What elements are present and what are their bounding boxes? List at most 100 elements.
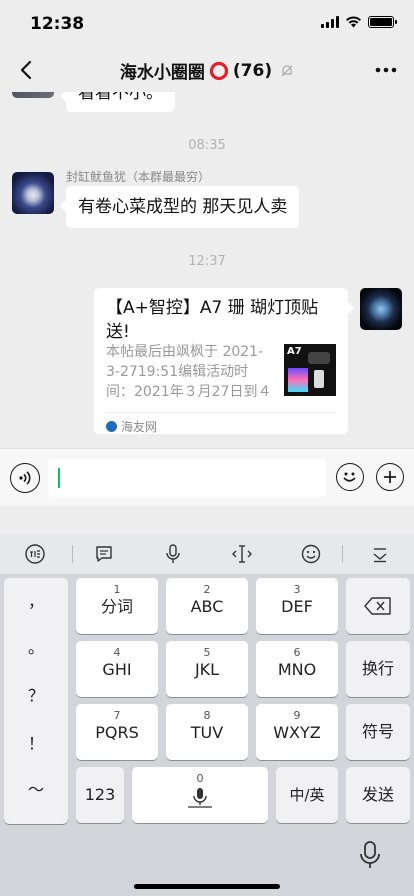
battery-icon [368,16,397,28]
chat-bubble-icon [95,546,112,562]
more-button[interactable] [372,58,400,82]
microphone-icon [165,544,180,563]
message-bubble[interactable]: 看看不小。 [60,92,175,112]
toolbar-voice-button[interactable] [153,538,193,570]
input-bar [0,448,414,506]
toolbar-emoticon-button[interactable] [84,538,124,570]
nav-bar: 海水小圈圈 (76) [0,48,414,92]
key-number: 9 [293,709,301,722]
card-source: 海友网 [106,418,157,435]
message-text: 看看不小。 [78,92,163,103]
microphone-icon [188,788,212,808]
group-name: 海水小圈圈 [119,63,205,83]
message-bubble[interactable]: 有卷心菜成型的 那天见人卖 [59,186,300,228]
backspace-icon [364,597,391,615]
key-number: 4 [113,646,121,659]
keyboard-toolbar [0,534,414,574]
punctuation-key[interactable]: ？ [4,682,68,706]
smiley-icon [343,472,356,482]
key-label: JKL [194,660,220,679]
key-label: 中/英 [289,786,325,804]
key-number: 6 [293,646,301,659]
punctuation-key[interactable]: ， [4,588,68,612]
punctuation-key[interactable]: ～ [4,776,68,800]
card-divider [106,412,336,413]
thumb-label: A7 [287,346,302,357]
toolbar-logo-button[interactable] [15,538,55,570]
numbers-key[interactable]: 123 [76,767,124,823]
status-icons [321,16,397,28]
punctuation-column[interactable]: ， 。 ？ ！ ～ [4,578,68,824]
keyboard: ， 。 ？ ！ ～ 1 分词 2 ABC 3 DEF 4 GHI 5 JKL 6… [0,534,414,896]
symbols-key[interactable]: 符号 [346,704,410,760]
key-2[interactable]: 2 ABC [166,578,248,634]
chevron-left-icon [20,60,32,80]
message-input[interactable] [48,459,326,497]
key-label: WXYZ [273,723,321,742]
card-thumbnail: A7 [284,344,336,396]
delete-key[interactable] [346,578,410,634]
toolbar-cursor-button[interactable] [222,538,262,570]
my-avatar[interactable] [360,288,402,330]
emoji-button[interactable] [336,463,364,491]
source-logo-icon [106,421,117,432]
cursor-move-icon [231,545,252,563]
punctuation-key[interactable]: 。 [4,634,68,658]
back-button[interactable] [12,56,40,84]
key-label: DEF [281,597,313,616]
home-indicator[interactable] [134,884,280,889]
key-5[interactable]: 5 JKL [166,641,248,697]
ime-logo-icon [24,544,45,564]
dictation-mic-icon[interactable] [358,840,382,870]
key-label: 123 [84,785,116,804]
voice-icon [19,471,31,485]
key-label: TUV [190,723,224,742]
newline-key[interactable]: 换行 [346,641,410,697]
key-1[interactable]: 1 分词 [76,578,158,634]
key-label: MNO [277,660,317,679]
key-3[interactable]: 3 DEF [256,578,338,634]
more-functions-button[interactable] [376,463,404,491]
key-8[interactable]: 8 TUV [166,704,248,760]
sender-avatar[interactable] [12,172,54,214]
avatar[interactable] [12,92,54,98]
source-name: 海友网 [121,420,158,434]
link-card[interactable]: 【A+智控】A7 珊 瑚灯顶贴送! 本帖最后由飒枫于 2021-3-2719:5… [94,288,354,435]
key-4[interactable]: 4 GHI [76,641,158,697]
key-label: 分词 [100,597,133,616]
more-icon [375,67,397,73]
toolbar-separator [342,545,343,563]
key-number: 3 [293,583,301,596]
chat-area[interactable]: 看看不小。 08:35 封缸鱿鱼犹（本群最最穷） 有卷心菜成型的 那天见人卖 1… [0,92,414,448]
punctuation-key[interactable]: ！ [4,730,68,754]
key-label: GHI [102,660,132,679]
language-switch-key[interactable]: 中/英 [276,767,338,823]
card-description: 本帖最后由飒枫于 2021-3-2719:51编辑活动时间：2021年３月27日… [106,344,272,400]
toolbar-emoji-button[interactable] [291,538,331,570]
plus-icon [384,471,396,483]
status-time: 12:38 [30,14,85,34]
send-key[interactable]: 发送 [346,767,410,823]
timestamp: 08:35 [188,138,226,153]
key-label: 符号 [361,722,394,741]
message-text: 有卷心菜成型的 那天见人卖 [78,197,288,217]
toolbar-hide-keyboard-button[interactable] [360,538,400,570]
key-7[interactable]: 7 PQRS [76,704,158,760]
key-number: 2 [203,583,211,596]
key-label: ABC [190,597,224,616]
chat-title: 海水小圈圈 (76) [80,58,334,83]
red-circle-icon [209,61,228,80]
key-6[interactable]: 6 MNO [256,641,338,697]
key-label: 换行 [361,659,394,678]
status-bar: 12:38 [0,0,414,48]
key-label: PQRS [95,723,139,742]
voice-button[interactable] [10,463,40,493]
key-number: 8 [203,709,211,722]
space-key[interactable]: 0 [132,767,268,823]
text-cursor [58,468,60,488]
key-number: 5 [203,646,211,659]
key-9[interactable]: 9 WXYZ [256,704,338,760]
toolbar-separator [72,545,73,563]
keyboard-collapse-icon [373,548,386,563]
member-count: (76) [232,60,273,81]
